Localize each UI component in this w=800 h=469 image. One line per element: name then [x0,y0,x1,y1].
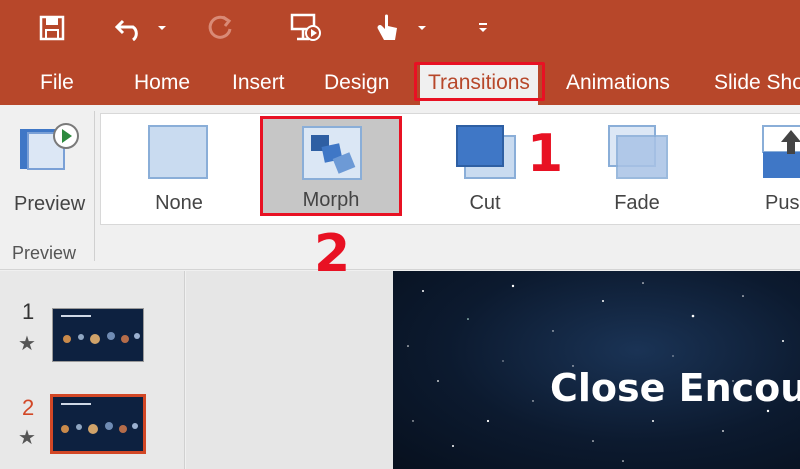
tab-home[interactable]: Home [134,60,190,105]
preview-group-label: Preview [12,243,77,263]
transition-push-label: Pus [765,192,800,214]
preview-button[interactable]: Preview [6,115,90,225]
transition-none[interactable]: None [139,114,219,224]
preview-icon [20,123,79,170]
slide-thumbnail-1[interactable] [52,308,144,362]
tab-design[interactable]: Design [324,60,389,105]
current-slide-canvas[interactable]: Close Encount [393,271,800,469]
tab-insert[interactable]: Insert [232,60,285,105]
redo-icon[interactable] [204,10,236,46]
fade-transition-icon [608,125,668,179]
ribbon-tabs: File Home Insert Design Transitions Anim… [0,60,800,105]
tab-slide-show[interactable]: Slide Sho [714,60,800,105]
tab-file[interactable]: File [40,60,74,105]
transition-fade[interactable]: Fade [599,114,675,224]
transition-cut[interactable]: Cut [447,114,523,224]
slide-2-preview-image [53,397,143,451]
transition-gallery: None Cut Fade Pus [100,113,800,225]
slide-title[interactable]: Close Encount [550,366,800,410]
slide-number-1: 1 [22,299,35,324]
group-separator [94,111,95,261]
tab-animations[interactable]: Animations [566,60,670,105]
slide-number-2: 2 [22,395,35,420]
undo-icon[interactable] [112,10,148,46]
touch-dropdown-icon[interactable] [412,10,432,46]
slide-thumbnail-pane: 1 ★ 2 ★ [0,271,185,469]
cut-transition-icon [456,125,516,179]
none-transition-icon [148,125,208,179]
touch-mode-icon[interactable] [374,10,402,46]
preview-label: Preview [14,193,86,215]
transition-cut-label: Cut [469,192,501,214]
slide-thumbnail-2[interactable] [50,394,146,454]
tab-transitions[interactable]: Transitions [420,62,538,105]
push-transition-icon [762,125,800,178]
animation-star-icon: ★ [18,427,36,449]
present-from-start-icon[interactable] [286,10,326,46]
morph-selected-highlight[interactable]: Morph [260,116,402,216]
transition-none-label: None [155,192,203,214]
transition-fade-label: Fade [614,192,660,214]
undo-dropdown-icon[interactable] [152,10,172,46]
morph-transition-icon [302,126,362,180]
transition-push[interactable]: Pus [757,114,800,224]
annotation-step-1: 1 [527,124,564,184]
customize-qat-icon[interactable] [472,10,494,46]
save-icon[interactable] [34,10,70,46]
animation-star-icon: ★ [18,333,36,355]
quick-access-toolbar [0,0,800,60]
transition-morph-label: Morph [302,189,360,211]
slide-1-preview-image [53,309,143,361]
